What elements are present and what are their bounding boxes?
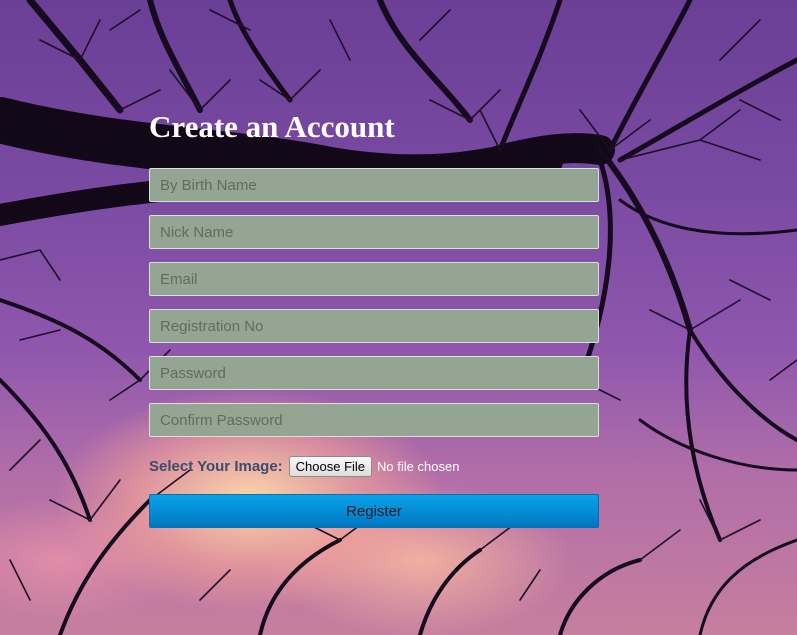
confirm-password-input[interactable] xyxy=(149,403,599,437)
email-input[interactable] xyxy=(149,262,599,296)
page-title: Create an Account xyxy=(149,109,395,144)
password-input[interactable] xyxy=(149,356,599,390)
registration-form: Create an Account Select Your Image: Cho… xyxy=(149,108,599,528)
image-upload-label: Select Your Image: xyxy=(149,457,283,475)
birth-name-input[interactable] xyxy=(149,168,599,202)
image-upload-row: Select Your Image: Choose File No file c… xyxy=(149,455,599,477)
choose-file-button[interactable]: Choose File xyxy=(288,455,373,477)
file-status-text: No file chosen xyxy=(377,458,460,474)
nick-name-input[interactable] xyxy=(149,215,599,249)
registration-no-input[interactable] xyxy=(149,309,599,343)
register-button[interactable]: Register xyxy=(149,494,599,528)
